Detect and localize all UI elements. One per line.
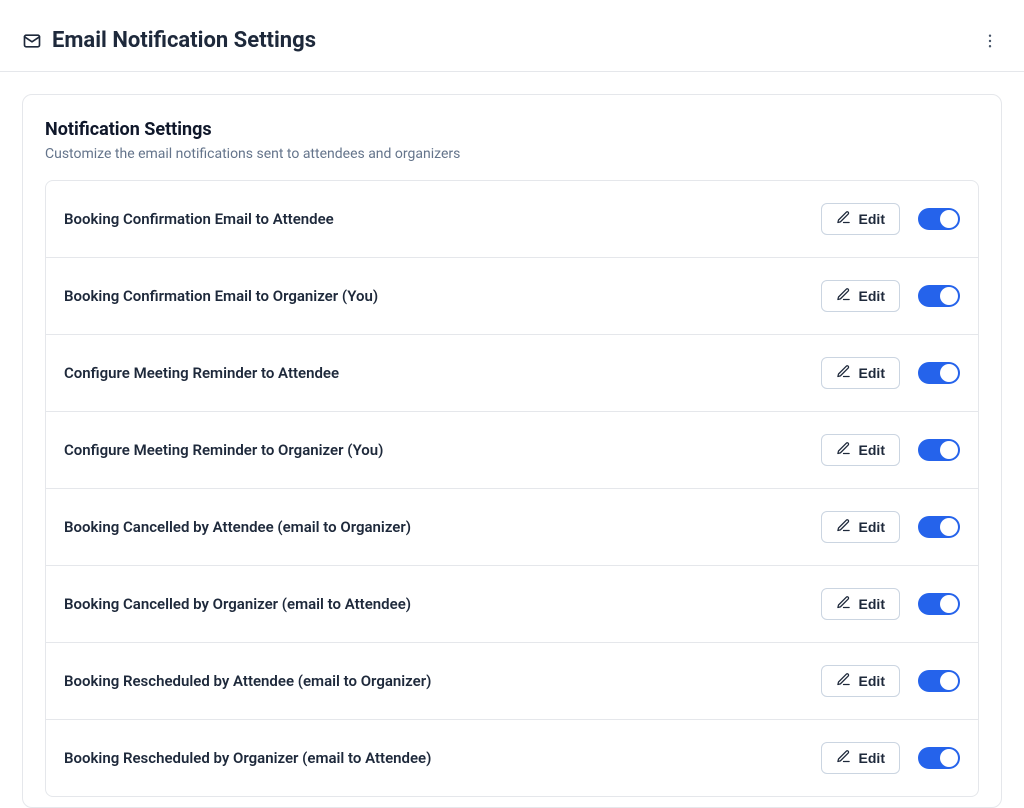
enable-toggle[interactable]	[918, 208, 960, 230]
edit-button[interactable]: Edit	[821, 511, 900, 543]
notification-actions: Edit	[821, 203, 960, 235]
edit-button-label: Edit	[859, 596, 885, 612]
notification-label: Booking Rescheduled by Organizer (email …	[64, 749, 431, 767]
edit-button-label: Edit	[859, 365, 885, 381]
notification-actions: Edit	[821, 511, 960, 543]
notification-label: Configure Meeting Reminder to Attendee	[64, 364, 339, 382]
edit-button[interactable]: Edit	[821, 588, 900, 620]
pencil-icon	[836, 441, 851, 459]
toggle-knob	[940, 441, 958, 459]
notification-label: Booking Confirmation Email to Organizer …	[64, 287, 378, 305]
more-options-button[interactable]	[978, 29, 1002, 53]
notification-row: Booking Cancelled by Attendee (email to …	[46, 489, 978, 566]
notification-settings-panel: Notification Settings Customize the emai…	[22, 94, 1002, 808]
toggle-knob	[940, 672, 958, 690]
notification-actions: Edit	[821, 742, 960, 774]
toggle-knob	[940, 518, 958, 536]
notification-label: Booking Cancelled by Attendee (email to …	[64, 518, 411, 536]
notification-row: Booking Confirmation Email to Organizer …	[46, 258, 978, 335]
pencil-icon	[836, 672, 851, 690]
page-header-left: Email Notification Settings	[22, 28, 316, 53]
edit-button-label: Edit	[859, 673, 885, 689]
panel-title: Notification Settings	[45, 119, 979, 140]
edit-button[interactable]: Edit	[821, 742, 900, 774]
edit-button[interactable]: Edit	[821, 434, 900, 466]
notification-label: Booking Rescheduled by Attendee (email t…	[64, 672, 431, 690]
enable-toggle[interactable]	[918, 747, 960, 769]
notification-actions: Edit	[821, 665, 960, 697]
mail-icon	[22, 31, 42, 51]
enable-toggle[interactable]	[918, 362, 960, 384]
edit-button[interactable]: Edit	[821, 280, 900, 312]
pencil-icon	[836, 210, 851, 228]
edit-button[interactable]: Edit	[821, 665, 900, 697]
notification-label: Configure Meeting Reminder to Organizer …	[64, 441, 383, 459]
panel-subtitle: Customize the email notifications sent t…	[45, 146, 979, 162]
notification-row: Booking Rescheduled by Organizer (email …	[46, 720, 978, 796]
edit-button[interactable]: Edit	[821, 203, 900, 235]
notification-label: Booking Cancelled by Organizer (email to…	[64, 595, 411, 613]
toggle-knob	[940, 749, 958, 767]
toggle-knob	[940, 210, 958, 228]
pencil-icon	[836, 287, 851, 305]
toggle-knob	[940, 595, 958, 613]
edit-button-label: Edit	[859, 519, 885, 535]
enable-toggle[interactable]	[918, 516, 960, 538]
edit-button-label: Edit	[859, 288, 885, 304]
pencil-icon	[836, 749, 851, 767]
notification-actions: Edit	[821, 280, 960, 312]
notification-row: Booking Rescheduled by Attendee (email t…	[46, 643, 978, 720]
page-header: Email Notification Settings	[0, 0, 1024, 72]
notification-actions: Edit	[821, 588, 960, 620]
notification-row: Configure Meeting Reminder to Organizer …	[46, 412, 978, 489]
edit-button[interactable]: Edit	[821, 357, 900, 389]
enable-toggle[interactable]	[918, 670, 960, 692]
enable-toggle[interactable]	[918, 439, 960, 461]
edit-button-label: Edit	[859, 750, 885, 766]
notification-actions: Edit	[821, 357, 960, 389]
pencil-icon	[836, 364, 851, 382]
pencil-icon	[836, 595, 851, 613]
toggle-knob	[940, 364, 958, 382]
enable-toggle[interactable]	[918, 285, 960, 307]
edit-button-label: Edit	[859, 211, 885, 227]
pencil-icon	[836, 518, 851, 536]
enable-toggle[interactable]	[918, 593, 960, 615]
notification-actions: Edit	[821, 434, 960, 466]
edit-button-label: Edit	[859, 442, 885, 458]
notification-list: Booking Confirmation Email to Attendee Ed…	[45, 180, 979, 797]
toggle-knob	[940, 287, 958, 305]
notification-row: Booking Confirmation Email to Attendee Ed…	[46, 181, 978, 258]
notification-row: Booking Cancelled by Organizer (email to…	[46, 566, 978, 643]
notification-label: Booking Confirmation Email to Attendee	[64, 210, 334, 228]
page-title: Email Notification Settings	[52, 28, 316, 53]
notification-row: Configure Meeting Reminder to Attendee Ed…	[46, 335, 978, 412]
